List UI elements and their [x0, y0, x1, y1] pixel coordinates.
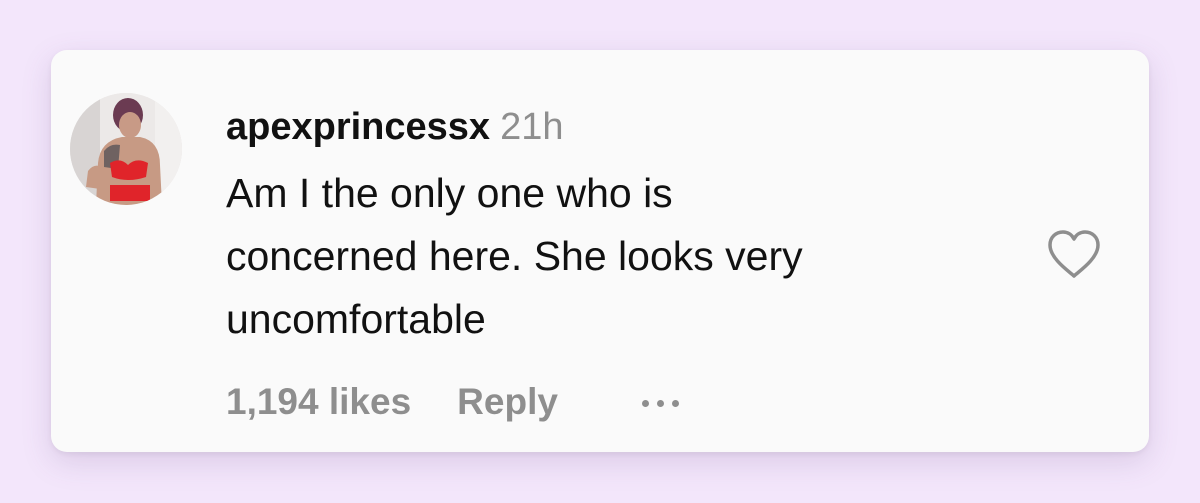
dot [641, 399, 649, 407]
avatar[interactable] [70, 93, 182, 205]
comment-line: concerned here. She looks very [226, 233, 803, 279]
comment-card: apexprincessx 21h Am I the only one who i… [51, 50, 1149, 452]
timestamp[interactable]: 21h [500, 106, 563, 148]
reply-button[interactable]: Reply [457, 381, 558, 423]
comment-text: Am I the only one who is concerned here.… [226, 162, 986, 351]
dot [656, 399, 664, 407]
likes-count[interactable]: 1,194 likes [226, 381, 411, 423]
username-link[interactable]: apexprincessx [226, 106, 490, 148]
avatar-image [70, 93, 182, 205]
comment-header: apexprincessx 21h [226, 104, 563, 150]
more-options-icon[interactable] [641, 398, 679, 407]
comment-line: Am I the only one who is [226, 170, 673, 216]
dot [671, 399, 679, 407]
comment-actions: 1,194 likes Reply [226, 378, 679, 426]
comment-line: uncomfortable [226, 296, 486, 342]
heart-icon[interactable] [1046, 229, 1102, 281]
